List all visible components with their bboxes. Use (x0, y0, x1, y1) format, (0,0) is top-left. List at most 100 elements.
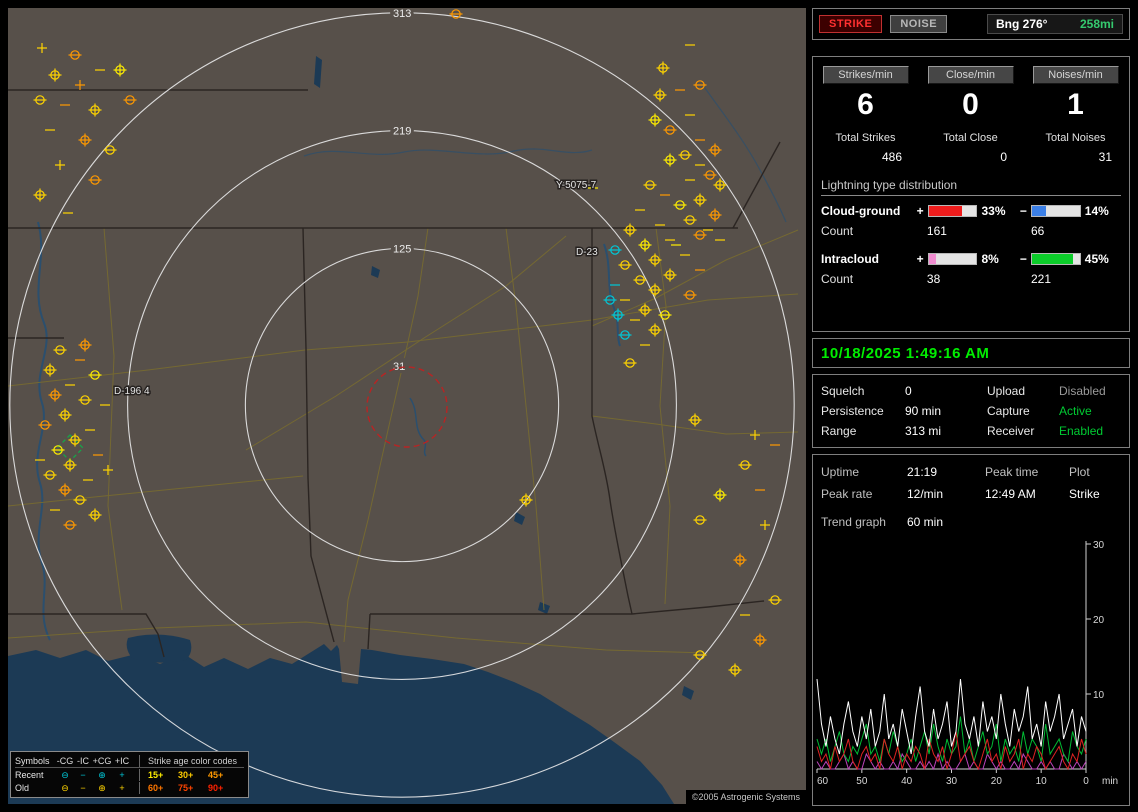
svg-text:40: 40 (901, 776, 913, 787)
trend-graph-value: 60 min (907, 515, 944, 529)
svg-text:125: 125 (393, 243, 411, 255)
bearing-readout: Bng 276° 258mi (987, 14, 1123, 34)
legend-symbols-title: Symbols (15, 755, 50, 766)
legend-recent-row: Recent ⊖ − ⊕ + 15+ 30+ 45+ (15, 768, 244, 781)
settings-row: Range 313 mi Receiver Enabled (813, 421, 1129, 441)
svg-text:D-196 4: D-196 4 (114, 386, 150, 397)
cg-plus-bar (927, 205, 978, 217)
river-layer (36, 83, 787, 641)
minus-sign: − (1019, 252, 1027, 266)
age-60: 60+ (148, 782, 164, 793)
cg-plus-pct: 33% (981, 204, 1006, 218)
status-row-1: Uptime 21:19 Peak time Plot (813, 461, 1129, 483)
status-row-2: Peak rate 12/min 12:49 AM Strike (813, 483, 1129, 505)
legend-old-label: Old (15, 782, 30, 793)
cg-minus-count: 66 (1030, 224, 1045, 238)
ic-minus-pct: 45% (1084, 252, 1109, 266)
age-30: 30+ (178, 769, 194, 780)
trend-graph: 30 20 10 60 50 40 30 20 10 0 min (816, 540, 1118, 787)
ic-plus-icon: + (119, 782, 125, 793)
total-strikes-label: Total Strikes (835, 132, 896, 144)
squelch-label: Squelch (821, 384, 865, 398)
svg-text:D-23: D-23 (576, 247, 598, 258)
noise-mode-button[interactable]: NOISE (890, 15, 948, 33)
count-label: Count (821, 272, 854, 286)
legend-col-cg-neg: -CG (56, 755, 74, 766)
settings-row: Squelch 0 Upload Disabled (813, 381, 1129, 401)
bearing-distance: 258mi (1079, 17, 1114, 31)
receiver-value: Enabled (1059, 424, 1104, 438)
total-strikes-value: 486 (881, 150, 902, 164)
ic-plus-pct: 8% (981, 252, 999, 266)
svg-text:10: 10 (1093, 690, 1105, 701)
distribution-title: Lightning type distribution (821, 178, 1121, 196)
upload-value: Disabled (1059, 384, 1106, 398)
legend-col-ic-pos: +IC (114, 755, 130, 766)
persistence-label: Persistence (821, 404, 884, 418)
capture-value: Active (1059, 404, 1092, 418)
plus-sign: + (916, 252, 924, 266)
total-noises-label: Total Noises (1045, 132, 1106, 144)
mode-panel: STRIKE NOISE Bng 276° 258mi (812, 8, 1130, 40)
svg-text:219: 219 (393, 126, 411, 138)
ic-plus-count: 38 (926, 272, 941, 286)
intracloud-row: Intracloud + 8% − 45% (821, 252, 1121, 266)
cloud-ground-label: Cloud-ground (821, 204, 901, 218)
ic-count-row: Count 38 221 (821, 272, 1121, 286)
peak-rate-label: Peak rate (821, 487, 873, 501)
close-per-min-value: 0 (962, 88, 979, 121)
peak-time-value: 12:49 AM (985, 487, 1036, 501)
ic-minus-bar (1031, 253, 1081, 265)
svg-text:10: 10 (1036, 776, 1048, 787)
total-close-value: 0 (1000, 150, 1007, 164)
squelch-value: 0 (905, 384, 912, 398)
cg-minus-icon: ⊖ (61, 782, 69, 793)
svg-text:0: 0 (1083, 776, 1089, 787)
range-value: 313 mi (905, 424, 942, 438)
noises-per-min-button[interactable]: Noises/min (1032, 66, 1119, 84)
legend-col-cg-pos: +CG (92, 755, 112, 766)
status-row-3: Trend graph 60 min (813, 511, 1129, 533)
uptime-label: Uptime (821, 465, 860, 479)
total-close-label: Total Close (943, 132, 998, 144)
ic-minus-icon: − (80, 782, 86, 793)
copyright-text: ©2005 Astrogenic Systems (685, 790, 806, 804)
total-noises-value: 31 (1098, 150, 1112, 164)
map-canvas: 31125219313Y-5075-7D-23D-196 4 (8, 8, 799, 804)
distribution-section: Lightning type distribution Cloud-ground… (813, 178, 1129, 286)
legend-header: Symbols -CG -IC +CG +IC Strike age color… (15, 754, 244, 768)
settings-panel: Squelch 0 Upload Disabled Persistence 90… (812, 374, 1130, 448)
legend-age-title: Strike age color codes (139, 754, 244, 767)
cg-minus-bar (1031, 205, 1081, 217)
cg-plus-icon: ⊕ (98, 769, 106, 780)
capture-label: Capture (987, 404, 1030, 418)
plus-sign: + (916, 204, 924, 218)
strike-mode-button[interactable]: STRIKE (819, 15, 883, 33)
legend-old-row: Old ⊖ − ⊕ + 60+ 75+ 90+ (15, 781, 244, 794)
persistence-value: 90 min (905, 404, 942, 418)
age-15: 15+ (148, 769, 164, 780)
range-label: Range (821, 424, 857, 438)
totals-row: Total Strikes 486 Total Close 0 Total No… (813, 132, 1129, 164)
age-90: 90+ (208, 782, 224, 793)
ic-plus-bar (927, 253, 978, 265)
svg-text:Y-5075-7: Y-5075-7 (556, 180, 597, 191)
svg-text:20: 20 (1093, 615, 1105, 626)
ic-plus-icon: + (119, 769, 125, 780)
trend-graph-label: Trend graph (821, 515, 886, 529)
svg-text:60: 60 (817, 776, 829, 787)
road-layer (8, 227, 799, 654)
uptime-value: 21:19 (907, 465, 938, 479)
svg-text:50: 50 (856, 776, 868, 787)
map-legend: Symbols -CG -IC +CG +IC Strike age color… (10, 751, 249, 798)
settings-row: Persistence 90 min Capture Active (813, 401, 1129, 421)
legend-recent-label: Recent (15, 769, 44, 780)
svg-text:30: 30 (1093, 540, 1105, 551)
state-border-layer (8, 89, 781, 658)
cg-plus-icon: ⊕ (98, 782, 106, 793)
strikes-per-min-button[interactable]: Strikes/min (822, 66, 909, 84)
age-45: 45+ (208, 769, 224, 780)
lightning-map[interactable]: 31 125 219 313 Y-5075-7 D-23 D-196 4 Symbols -… (8, 8, 806, 804)
close-per-min-button[interactable]: Close/min (927, 66, 1014, 84)
svg-text:30: 30 (946, 776, 958, 787)
